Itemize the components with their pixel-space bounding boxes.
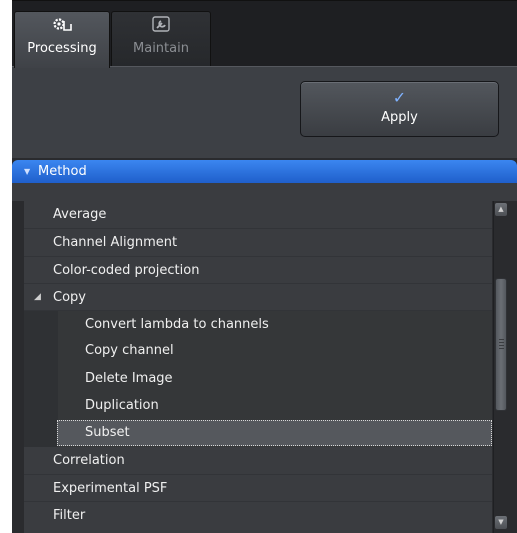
list-item-copy-channel[interactable]: Copy channel bbox=[24, 337, 492, 366]
list-item-experimental-psf[interactable]: Experimental PSF bbox=[24, 473, 492, 502]
scroll-down-button[interactable]: ▼ bbox=[495, 516, 507, 529]
list-item-label: Convert lambda to channels bbox=[85, 317, 269, 333]
apply-button[interactable]: ✓ Apply bbox=[300, 81, 499, 137]
vertical-scrollbar[interactable]: ▲ ▼ bbox=[493, 201, 507, 533]
list-item-label: Average bbox=[53, 207, 107, 222]
method-list[interactable]: Average Channel Alignment Color-coded pr… bbox=[24, 201, 492, 533]
list-item-color-coded-projection[interactable]: Color-coded projection bbox=[24, 255, 492, 283]
processing-panel: Processing Maintain ✓ Apply ▼ Method Ave… bbox=[12, 0, 517, 533]
grip-line bbox=[499, 345, 504, 346]
apply-button-label: Apply bbox=[381, 110, 418, 125]
list-item-label: Delete Image bbox=[85, 370, 173, 386]
tab-maintain-label: Maintain bbox=[133, 41, 189, 56]
list-item-channel-alignment[interactable]: Channel Alignment bbox=[24, 228, 492, 256]
method-section-spacer bbox=[12, 183, 517, 201]
expanded-triangle-icon[interactable]: ◢ bbox=[34, 284, 41, 311]
checkmark-icon: ✓ bbox=[392, 88, 407, 107]
tab-processing-label: Processing bbox=[27, 41, 97, 56]
list-item-label: Channel Alignment bbox=[53, 235, 178, 251]
list-item-copy[interactable]: ◢ Copy bbox=[24, 282, 492, 311]
gear-icon bbox=[53, 18, 72, 31]
list-item-filter[interactable]: Filter bbox=[24, 501, 492, 529]
method-section-title: Method bbox=[38, 164, 87, 179]
list-item-average[interactable]: Average bbox=[24, 201, 492, 229]
list-item-label: Copy bbox=[53, 289, 86, 305]
list-item-label: Color-coded projection bbox=[53, 262, 200, 278]
list-item-subset[interactable]: Subset bbox=[24, 419, 492, 447]
list-item-correlation[interactable]: Correlation bbox=[24, 446, 492, 474]
list-item-label: Correlation bbox=[53, 452, 125, 468]
list-item-label: Filter bbox=[53, 508, 86, 524]
list-item-duplication[interactable]: Duplication bbox=[24, 392, 492, 420]
tab-maintain[interactable]: Maintain bbox=[111, 11, 211, 67]
scroll-up-button[interactable]: ▲ bbox=[495, 203, 507, 216]
scroll-thumb[interactable] bbox=[495, 278, 507, 411]
list-item-label: Experimental PSF bbox=[53, 480, 168, 496]
list-item-label: Duplication bbox=[85, 398, 159, 414]
wrench-icon bbox=[152, 16, 170, 32]
grip-line bbox=[499, 342, 504, 343]
grip-line bbox=[499, 348, 504, 349]
grip-line bbox=[499, 339, 504, 340]
tab-bar: Processing Maintain bbox=[12, 0, 517, 68]
chevron-down-icon: ▼ bbox=[24, 167, 31, 176]
list-item-label: Subset bbox=[85, 425, 130, 441]
method-section-header[interactable]: ▼ Method bbox=[12, 160, 517, 183]
list-item-label: Copy channel bbox=[85, 343, 174, 359]
list-item-convert-lambda-to-channels[interactable]: Convert lambda to channels bbox=[24, 310, 492, 338]
list-item-delete-image[interactable]: Delete Image bbox=[24, 364, 492, 393]
toolbar: ✓ Apply bbox=[12, 66, 517, 158]
tab-processing[interactable]: Processing bbox=[14, 11, 110, 68]
